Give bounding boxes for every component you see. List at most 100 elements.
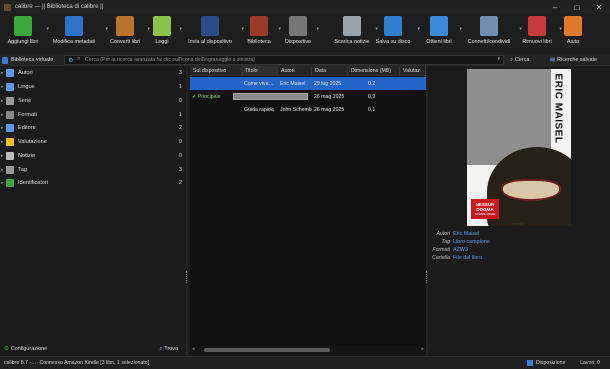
toolbar-button-4[interactable]: Invia al dispositivo ▾ bbox=[182, 16, 244, 52]
layout-label: Disposizione bbox=[536, 360, 566, 366]
tag-browser-item-label: Serie bbox=[18, 98, 32, 104]
search-history-dropdown[interactable]: ▾ bbox=[497, 56, 500, 62]
metadata-value-link[interactable]: File del libro bbox=[453, 255, 482, 261]
toolbar-button-label: Aggiungi libri bbox=[7, 39, 39, 45]
virtual-library-icon bbox=[2, 56, 8, 64]
tag-browser-item-label: Autori bbox=[18, 70, 33, 76]
toolbar-button-8[interactable]: Salva su disco ▾ bbox=[372, 16, 420, 52]
tag-browser-footer: ⚙ Configurazione ⌕ Trova bbox=[0, 342, 186, 356]
status-bar: calibre 8.7 ·…· Connesso Amazon Kindle [… bbox=[0, 356, 610, 369]
configure-icon: ⚙ bbox=[4, 346, 9, 352]
saved-searches-label: Ricerche salvate bbox=[557, 57, 597, 63]
calibre-app-icon bbox=[4, 3, 11, 11]
jobs-indicator[interactable]: Lavori: 0 bbox=[580, 360, 600, 366]
toolbar-button-label: Leggi bbox=[155, 39, 169, 45]
metadata-row: Cartella File del libro bbox=[430, 254, 610, 262]
column-header-5[interactable]: Valutaz bbox=[400, 66, 426, 76]
tag-browser-item-4[interactable]: ▸ Editore 2 bbox=[0, 122, 186, 134]
tag-browser-item-5[interactable]: ▸ Valutazione 0 bbox=[0, 136, 186, 148]
chevron-down-icon[interactable]: ▾ bbox=[316, 26, 319, 32]
layout-button[interactable]: Disposizione bbox=[527, 360, 565, 366]
tag-browser-item-1[interactable]: ▸ Lingue 1 bbox=[0, 81, 186, 93]
tag-browser-item-count: 3 bbox=[178, 167, 182, 173]
toolbar-button-0[interactable]: Aggiungi libri ▾ bbox=[3, 16, 49, 52]
close-button[interactable]: ✕ bbox=[588, 0, 610, 14]
scrollbar-thumb[interactable] bbox=[204, 348, 330, 352]
metadata-value-link[interactable]: AZW3 bbox=[453, 247, 468, 253]
cover-author-text: ERIC MAISEL bbox=[552, 73, 564, 144]
toolbar-button-12[interactable]: Aiuto bbox=[560, 16, 586, 52]
toolbar-button-3[interactable]: Leggi ▾ bbox=[148, 16, 182, 52]
toolbar-button-label: Biblioteca bbox=[247, 39, 271, 45]
right-splitter-grip[interactable] bbox=[426, 271, 428, 283]
left-splitter[interactable] bbox=[186, 66, 188, 356]
toolbar-button-2[interactable]: Converti libri ▾ bbox=[106, 16, 150, 52]
toolbar-button-label: Converti libri bbox=[110, 39, 140, 45]
toolbar-button-7[interactable]: Scarica notizie ▾ bbox=[332, 16, 378, 52]
book-row[interactable]: ✔ Principale 26 mag 2025 0,9 bbox=[190, 90, 426, 103]
maximize-button[interactable]: □ bbox=[566, 0, 588, 14]
configure-button[interactable]: ⚙ Configurazione bbox=[4, 346, 47, 352]
toolbar-button-label: Rimuovi libri bbox=[522, 39, 552, 45]
cell-title: Come viva… bbox=[244, 80, 274, 87]
toolbar-button-6[interactable]: Dispositivo ▾ bbox=[283, 16, 319, 52]
virtual-library-button[interactable]: Biblioteca virtuale bbox=[2, 55, 53, 65]
right-splitter[interactable] bbox=[426, 66, 428, 356]
search-button-icon: ⌕ bbox=[510, 56, 514, 63]
book-row[interactable]: Come viva… Eric Maisel 29 lug 2025 0,2 bbox=[190, 77, 426, 90]
toolbar-button-10[interactable]: Connetti/condividi ▾ bbox=[462, 16, 522, 52]
column-header-3[interactable]: Data bbox=[312, 66, 348, 76]
book-list-horizontal-scrollbar[interactable]: ◂ ▸ bbox=[190, 346, 426, 354]
cover-chimp-mouth bbox=[501, 179, 561, 201]
metadata-value-link[interactable]: Eric Maisel bbox=[453, 231, 479, 237]
tag-browser-item-8[interactable]: ▸ Identificatori 2 bbox=[0, 177, 186, 189]
chevron-down-icon[interactable]: ▾ bbox=[417, 26, 420, 32]
chevron-down-icon[interactable]: ▾ bbox=[278, 26, 281, 32]
toolbar-button-label: Scarica notizie bbox=[334, 39, 370, 45]
column-header-0[interactable]: Sul dispositivo bbox=[190, 66, 242, 76]
saved-searches-button[interactable]: ▤ Ricerche salvate bbox=[550, 55, 597, 65]
tag-browser-item-3[interactable]: ▸ Formati 1 bbox=[0, 109, 186, 121]
cell-on_device bbox=[190, 103, 242, 116]
send-to-device-icon bbox=[201, 16, 219, 36]
toolbar-button-label: Aiuto bbox=[566, 39, 580, 45]
column-header-1[interactable]: Titolo bbox=[242, 66, 278, 76]
cover-page-indicator: • • • • bbox=[513, 221, 522, 226]
send-progress-bar bbox=[233, 93, 308, 100]
toolbar-button-label: Modifica metadati bbox=[52, 39, 96, 45]
search-input[interactable]: ⚙ ⌕ Cerca (Per la ricerca avanzata fai c… bbox=[64, 55, 504, 65]
column-header-4[interactable]: Dimensione (MB) bbox=[348, 66, 400, 76]
search-bar-row: Biblioteca virtuale ⚙ ⌕ Cerca (Per la ri… bbox=[0, 54, 610, 66]
metadata-key: Tag bbox=[441, 239, 450, 245]
tag-browser-item-6[interactable]: ▸ Notizie 0 bbox=[0, 150, 186, 162]
tag-browser-item-0[interactable]: ▸ Autori 3 bbox=[0, 67, 186, 79]
book-cover[interactable]: ERIC MAISEL NESSUN DOGMA SCIENZE UMANE •… bbox=[467, 69, 571, 226]
tag-browser-item-count: 0 bbox=[178, 98, 182, 104]
scroll-right-arrow-icon[interactable]: ▸ bbox=[421, 346, 424, 352]
save-to-disk-icon bbox=[384, 16, 402, 36]
left-splitter-grip[interactable] bbox=[186, 271, 188, 283]
metadata-value-link[interactable]: Libro campione bbox=[453, 239, 490, 245]
tag-browser-item-count: 0 bbox=[178, 153, 182, 159]
publisher-logo-sub: SCIENZE UMANE bbox=[474, 212, 496, 216]
toolbar-button-11[interactable]: Rimuovi libri ▾ bbox=[518, 16, 562, 52]
book-row[interactable]: Guida rapida John Schember26 mag 2025 0,1 bbox=[190, 103, 426, 116]
tag-browser-item-7[interactable]: ▸ Tag 3 bbox=[0, 164, 186, 176]
metadata-key: Formati bbox=[432, 247, 450, 253]
fetch-news-icon bbox=[343, 16, 361, 36]
find-button[interactable]: ⌕ Trova bbox=[159, 346, 178, 353]
tag-browser-item-label: Tag bbox=[18, 167, 28, 173]
toolbar-button-1[interactable]: Modifica metadati ▾ bbox=[46, 16, 108, 52]
book-list: Sul dispositivo Titolo Autori Data Dimension… bbox=[190, 66, 426, 346]
tag-browser-item-label: Formati bbox=[18, 112, 37, 118]
get-books-icon bbox=[430, 16, 448, 36]
toolbar-button-label: Ottieni libri bbox=[426, 39, 452, 45]
scroll-left-arrow-icon[interactable]: ◂ bbox=[192, 346, 195, 352]
tag-browser-item-2[interactable]: ▸ Serie 0 bbox=[0, 95, 186, 107]
search-button[interactable]: ⌕ Cerca bbox=[510, 55, 529, 65]
minimize-button[interactable]: – bbox=[544, 0, 566, 14]
column-header-2[interactable]: Autori bbox=[278, 66, 312, 76]
toolbar-button-5[interactable]: Biblioteca ▾ bbox=[243, 16, 281, 52]
search-options-icon[interactable]: ⚙ bbox=[68, 57, 73, 64]
toolbar-button-9[interactable]: Ottieni libri ▾ bbox=[422, 16, 462, 52]
